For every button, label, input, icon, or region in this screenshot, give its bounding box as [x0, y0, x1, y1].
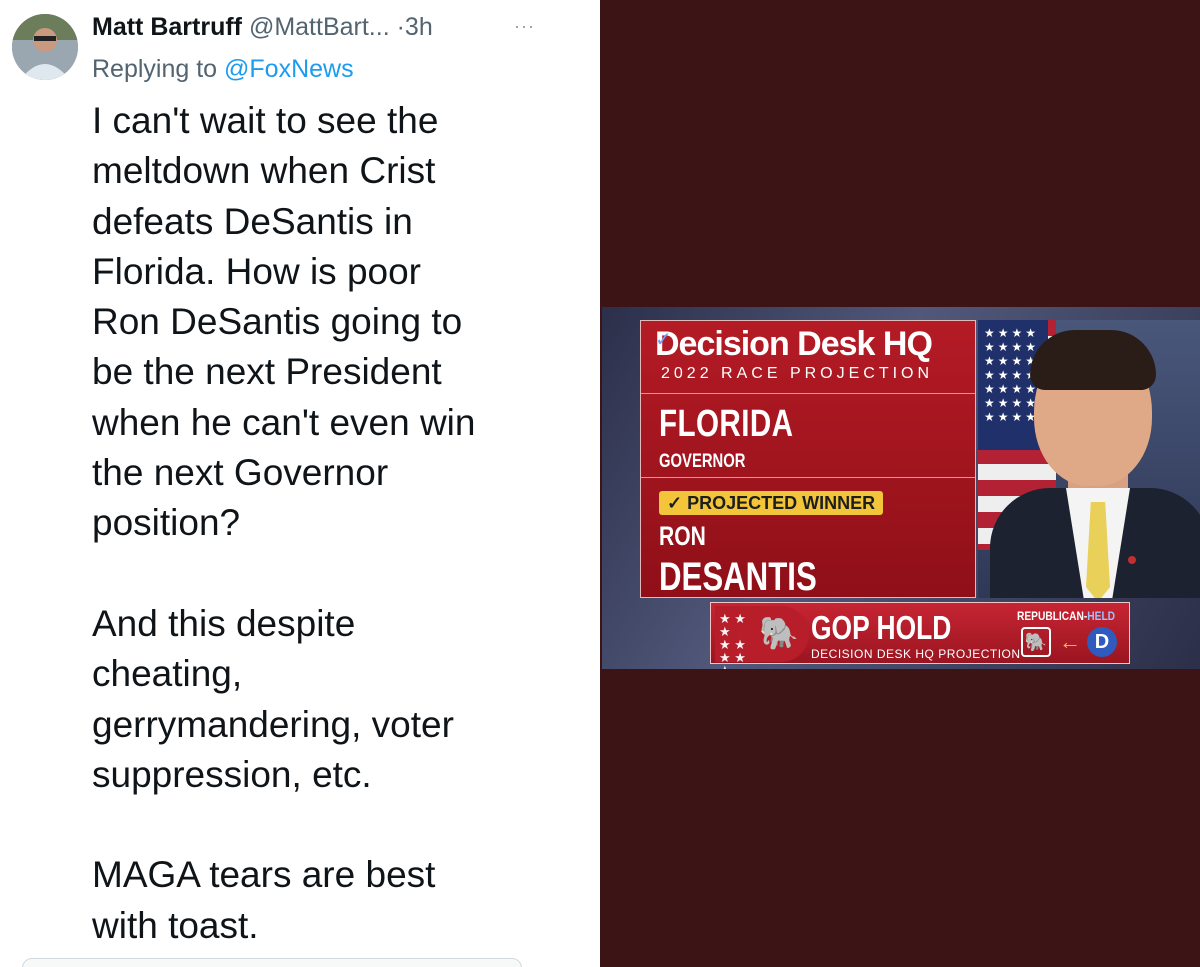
lapel-pin-icon: [1128, 556, 1136, 564]
gop-hold-title: GOP HOLD: [811, 609, 952, 646]
candidate-first-name: RON: [659, 521, 706, 551]
gop-hold-bar: ★ ★ ★★ ★★ ★ ★ 🐘 GOP HOLD DECISION DESK H…: [710, 602, 1130, 669]
timestamp[interactable]: 3h: [405, 13, 433, 41]
right-panel: Decision Desk HQ ✓ 2022 RACE PROJECTION …: [600, 0, 1200, 967]
brand-title: Decision Desk HQ: [655, 325, 933, 363]
democrat-icon: D: [1087, 627, 1117, 657]
arrow-left-icon: ←: [1059, 629, 1081, 654]
candidate-portrait: ★★★★ ★★★★ ★★★★ ★★★★ ★★★★ ★★★★ ★★★★: [978, 320, 1200, 598]
gop-badge: ★ ★ ★★ ★★ ★ ★ 🐘: [715, 606, 809, 669]
reply-prefix: Replying to: [92, 55, 218, 83]
race-card: Decision Desk HQ ✓ 2022 RACE PROJECTION …: [640, 320, 976, 599]
candidate-last-name: DESANTIS: [659, 555, 817, 599]
projected-winner-badge: ✓ PROJECTED WINNER: [659, 491, 884, 515]
card-divider: [641, 393, 975, 394]
reply-box-edge: [22, 958, 522, 967]
avatar[interactable]: [12, 14, 78, 80]
reply-context: Replying to @FoxNews: [92, 52, 354, 86]
gop-hold-subtitle: DECISION DESK HQ PROJECTION: [811, 647, 1021, 661]
tweet-card: Matt Bartruff @MattBart... ·3h ··· Reply…: [0, 0, 600, 967]
race-label: 2022 RACE PROJECTION: [661, 365, 934, 382]
state-name: FLORIDA: [659, 403, 794, 445]
handle[interactable]: @MattBart...: [249, 13, 390, 41]
reply-mention-link[interactable]: @FoxNews: [224, 55, 354, 83]
card-divider: [641, 477, 975, 478]
republican-held-label: REPUBLICAN-HELD: [1017, 609, 1116, 623]
office-name: GOVERNOR: [659, 451, 746, 472]
stars-icon: ★ ★ ★★ ★★ ★ ★: [719, 611, 746, 669]
tweet-header: Matt Bartruff @MattBart... ·3h: [92, 10, 433, 44]
elephant-icon: 🐘: [759, 615, 799, 651]
separator: ·: [396, 13, 405, 41]
checkmark-icon: ✓: [655, 329, 672, 351]
display-name[interactable]: Matt Bartruff: [92, 13, 242, 41]
more-options-icon[interactable]: ···: [514, 16, 535, 37]
tweet-text: I can't wait to see the meltdown when Cr…: [92, 100, 476, 946]
projection-graphic: Decision Desk HQ ✓ 2022 RACE PROJECTION …: [602, 307, 1200, 669]
republican-elephant-icon: 🐘: [1021, 627, 1051, 657]
